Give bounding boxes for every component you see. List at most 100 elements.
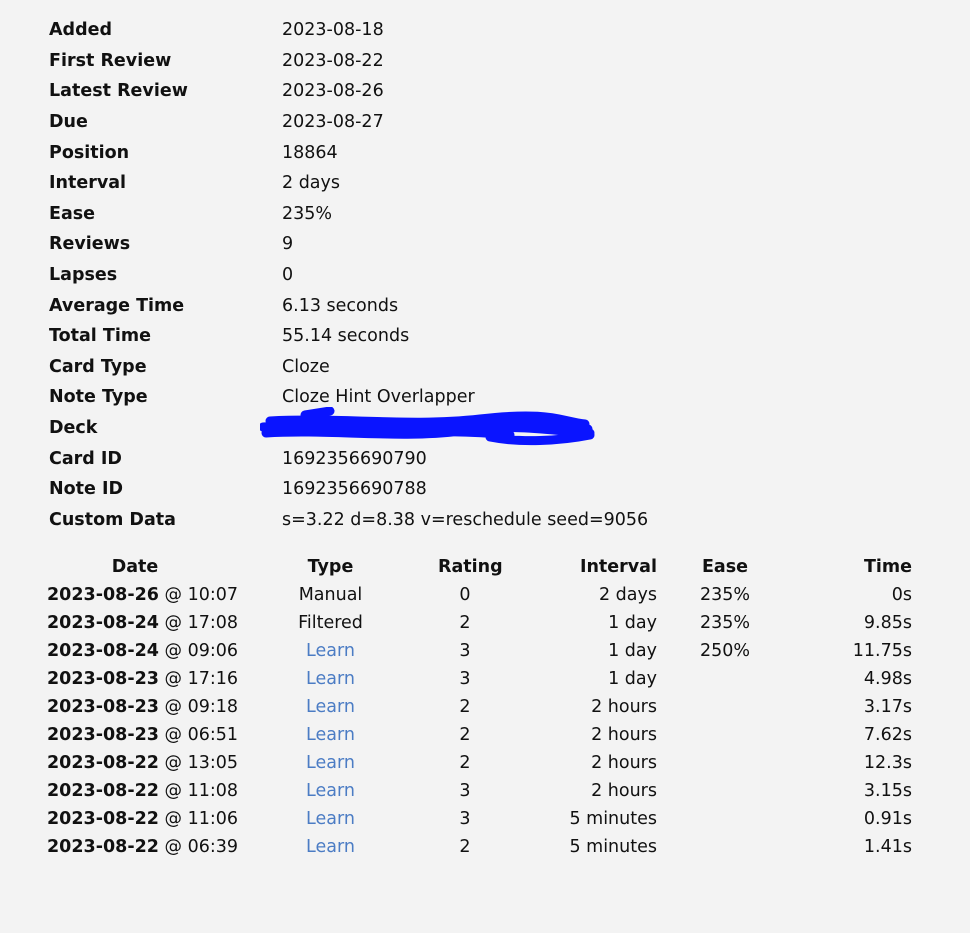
- review-duration: 3.15s: [863, 781, 912, 801]
- info-label: Latest Review: [49, 81, 188, 102]
- info-row-interval: Interval 2 days: [49, 168, 648, 199]
- review-log-table: Date Type Rating Interval Ease Time 2023…: [47, 553, 912, 861]
- review-type: Manual: [298, 585, 363, 605]
- info-value: 2023-08-22: [282, 50, 384, 71]
- review-log-row: 2023-08-24 @ 09:06 Learn 3 1 day 250% 11…: [47, 637, 912, 665]
- review-interval: 2 hours: [591, 725, 657, 745]
- review-type: Filtered: [298, 613, 363, 633]
- review-interval: 2 hours: [591, 753, 657, 773]
- info-value: 2023-08-26: [282, 81, 384, 102]
- review-rating: 2: [459, 837, 471, 857]
- review-rating: 0: [459, 585, 471, 605]
- review-rating: 2: [459, 725, 471, 745]
- review-duration: 12.3s: [863, 753, 912, 773]
- review-type-learn: Learn: [306, 641, 355, 661]
- review-date-cell: 2023-08-24 @ 09:06: [47, 641, 238, 661]
- review-date-cell: 2023-08-24 @ 17:08: [47, 613, 238, 633]
- review-interval: 5 minutes: [569, 809, 657, 829]
- info-label: Position: [49, 142, 130, 163]
- review-date: 2023-08-22: [47, 837, 159, 857]
- col-header-date: Date: [111, 557, 159, 577]
- info-value: 6.13 seconds: [282, 295, 399, 316]
- info-label: Interval: [49, 173, 127, 194]
- info-value: 1692356690788: [282, 479, 427, 500]
- review-date: 2023-08-23: [47, 669, 159, 689]
- info-row-ease: Ease 235%: [49, 199, 648, 230]
- review-duration: 1.41s: [863, 837, 912, 857]
- info-value: 18864: [282, 142, 338, 163]
- review-duration: 11.75s: [852, 641, 912, 661]
- review-duration: 3.17s: [863, 697, 912, 717]
- review-log-row: 2023-08-22 @ 13:05 Learn 2 2 hours 12.3s: [47, 749, 912, 777]
- review-ease: 235%: [699, 613, 751, 633]
- info-label: Total Time: [49, 326, 151, 347]
- review-interval: 1 day: [608, 641, 657, 661]
- review-date-cell: 2023-08-26 @ 10:07: [47, 585, 238, 605]
- review-log-row: 2023-08-23 @ 17:16 Learn 3 1 day 4.98s: [47, 665, 912, 693]
- review-date-cell: 2023-08-22 @ 06:39: [47, 837, 238, 857]
- review-log-row: 2023-08-26 @ 10:07 Manual 0 2 days 235% …: [47, 581, 912, 609]
- review-rating: 2: [459, 753, 471, 773]
- info-label: Card ID: [49, 448, 122, 469]
- info-value: 0: [282, 265, 294, 286]
- review-type-learn: Learn: [306, 669, 355, 689]
- info-value: 2023-08-18: [282, 20, 384, 41]
- review-rating: 2: [459, 697, 471, 717]
- review-type-learn: Learn: [306, 781, 355, 801]
- info-value: 9: [282, 234, 294, 255]
- review-date-cell: 2023-08-22 @ 11:06: [47, 809, 238, 829]
- info-label: Due: [49, 112, 88, 133]
- info-row-custom-data: Custom Data s=3.22 d=8.38 v=reschedule s…: [49, 505, 648, 536]
- review-date-cell: 2023-08-23 @ 09:18: [47, 697, 238, 717]
- review-date: 2023-08-22: [47, 809, 159, 829]
- info-value: s=3.22 d=8.38 v=reschedule seed=9056: [282, 509, 649, 530]
- review-type-learn: Learn: [306, 837, 355, 857]
- review-ease: 250%: [699, 641, 751, 661]
- col-header-interval: Interval: [579, 557, 657, 577]
- review-interval: 2 hours: [591, 697, 657, 717]
- info-label: Custom Data: [49, 509, 176, 530]
- info-label: Average Time: [49, 295, 185, 316]
- info-row-due: Due 2023-08-27: [49, 107, 648, 138]
- review-log-header: Date Type Rating Interval Ease Time: [47, 553, 912, 581]
- review-duration: 0s: [891, 585, 912, 605]
- info-row-total-time: Total Time 55.14 seconds: [49, 321, 648, 352]
- review-interval: 2 hours: [591, 781, 657, 801]
- review-interval: 5 minutes: [569, 837, 657, 857]
- redaction-scribble: [260, 407, 595, 446]
- info-value: 2023-08-27: [282, 112, 384, 133]
- info-label: Added: [49, 20, 112, 41]
- info-value: Cloze: [282, 356, 330, 377]
- info-value: 55.14 seconds: [282, 326, 410, 347]
- info-row-latest-review: Latest Review 2023-08-26: [49, 76, 648, 107]
- info-label: Card Type: [49, 356, 147, 377]
- review-duration: 0.91s: [863, 809, 912, 829]
- review-date: 2023-08-22: [47, 753, 159, 773]
- review-rating: 3: [459, 781, 471, 801]
- info-label: First Review: [49, 50, 172, 71]
- review-log-row: 2023-08-22 @ 06:39 Learn 2 5 minutes 1.4…: [47, 833, 912, 861]
- review-type-learn: Learn: [306, 753, 355, 773]
- info-value: 2 days: [282, 173, 341, 194]
- info-row-card-type: Card Type Cloze: [49, 352, 648, 383]
- info-label: Note Type: [49, 387, 148, 408]
- deck-redacted-value: [260, 407, 612, 446]
- info-row-lapses: Lapses 0: [49, 260, 648, 291]
- review-date-cell: 2023-08-23 @ 06:51: [47, 725, 238, 745]
- review-ease: 235%: [699, 585, 751, 605]
- info-row-first-review: First Review 2023-08-22: [49, 46, 648, 77]
- review-type-learn: Learn: [306, 697, 355, 717]
- card-info-table: Added 2023-08-18 First Review 2023-08-22…: [49, 15, 648, 535]
- review-date: 2023-08-23: [47, 697, 159, 717]
- review-log-row: 2023-08-24 @ 17:08 Filtered 2 1 day 235%…: [47, 609, 912, 637]
- review-date-cell: 2023-08-22 @ 11:08: [47, 781, 238, 801]
- info-row-reviews: Reviews 9: [49, 229, 648, 260]
- review-rating: 3: [459, 809, 471, 829]
- info-label: Ease: [49, 203, 96, 224]
- info-label: Deck: [49, 418, 98, 439]
- review-date: 2023-08-26: [47, 585, 159, 605]
- review-log-row: 2023-08-22 @ 11:06 Learn 3 5 minutes 0.9…: [47, 805, 912, 833]
- review-rating: 2: [459, 613, 471, 633]
- info-value: 235%: [282, 203, 333, 224]
- review-type-learn: Learn: [306, 725, 355, 745]
